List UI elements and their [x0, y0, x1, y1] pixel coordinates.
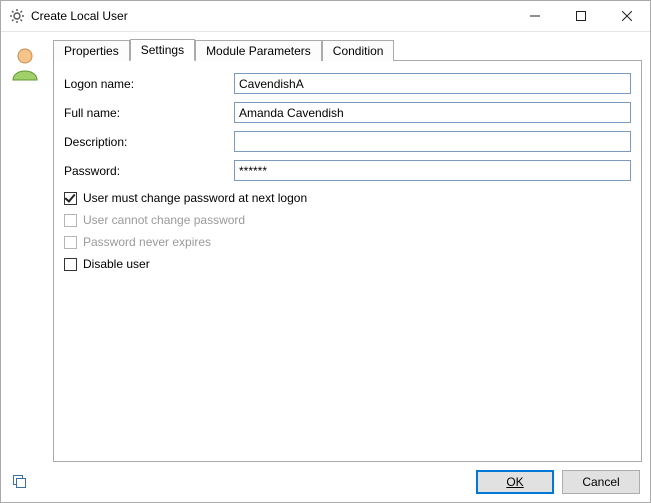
label-description: Description: [64, 135, 234, 149]
input-logon-name[interactable] [234, 73, 631, 94]
main-column: Properties Settings Module Parameters Co… [53, 38, 642, 462]
window-controls [512, 1, 650, 31]
tab-settings[interactable]: Settings [130, 39, 195, 61]
row-logon-name: Logon name: [64, 73, 631, 94]
dialog-footer: OK Cancel [1, 462, 650, 502]
label-full-name: Full name: [64, 106, 234, 120]
checkbox-icon [64, 236, 77, 249]
title-bar: Create Local User [1, 1, 650, 32]
row-full-name: Full name: [64, 102, 631, 123]
label-logon-name: Logon name: [64, 77, 234, 91]
dialog-window: Create Local User [0, 0, 651, 503]
label-password: Password: [64, 164, 234, 178]
row-description: Description: [64, 131, 631, 152]
tab-strip: Properties Settings Module Parameters Co… [53, 38, 642, 60]
window-title: Create Local User [31, 9, 512, 23]
maximize-button[interactable] [558, 1, 604, 31]
dialog-body: Properties Settings Module Parameters Co… [1, 32, 650, 462]
checkbox-icon [64, 258, 77, 271]
ok-button[interactable]: OK [476, 470, 554, 494]
check-disable-user[interactable]: Disable user [64, 257, 631, 271]
input-description[interactable] [234, 131, 631, 152]
minimize-button[interactable] [512, 1, 558, 31]
check-never-expires: Password never expires [64, 235, 631, 249]
row-password: Password: [64, 160, 631, 181]
checkbox-icon [64, 214, 77, 227]
user-icon [9, 71, 41, 85]
input-password[interactable] [234, 160, 631, 181]
check-label: User cannot change password [83, 213, 245, 227]
close-button[interactable] [604, 1, 650, 31]
stack-icon[interactable] [11, 473, 29, 491]
tab-condition[interactable]: Condition [322, 40, 395, 61]
user-icon-column [9, 38, 45, 462]
check-label: Disable user [83, 257, 150, 271]
checkbox-icon [64, 192, 77, 205]
gear-icon [9, 8, 25, 24]
check-label: User must change password at next logon [83, 191, 307, 205]
ok-label: OK [506, 475, 523, 489]
input-full-name[interactable] [234, 102, 631, 123]
cancel-button[interactable]: Cancel [562, 470, 640, 494]
check-cannot-change: User cannot change password [64, 213, 631, 227]
tab-module-parameters[interactable]: Module Parameters [195, 40, 322, 61]
settings-panel: Logon name: Full name: Description: Pass… [53, 60, 642, 462]
tab-properties[interactable]: Properties [53, 40, 130, 61]
check-label: Password never expires [83, 235, 211, 249]
cancel-label: Cancel [582, 475, 619, 489]
check-must-change[interactable]: User must change password at next logon [64, 191, 631, 205]
